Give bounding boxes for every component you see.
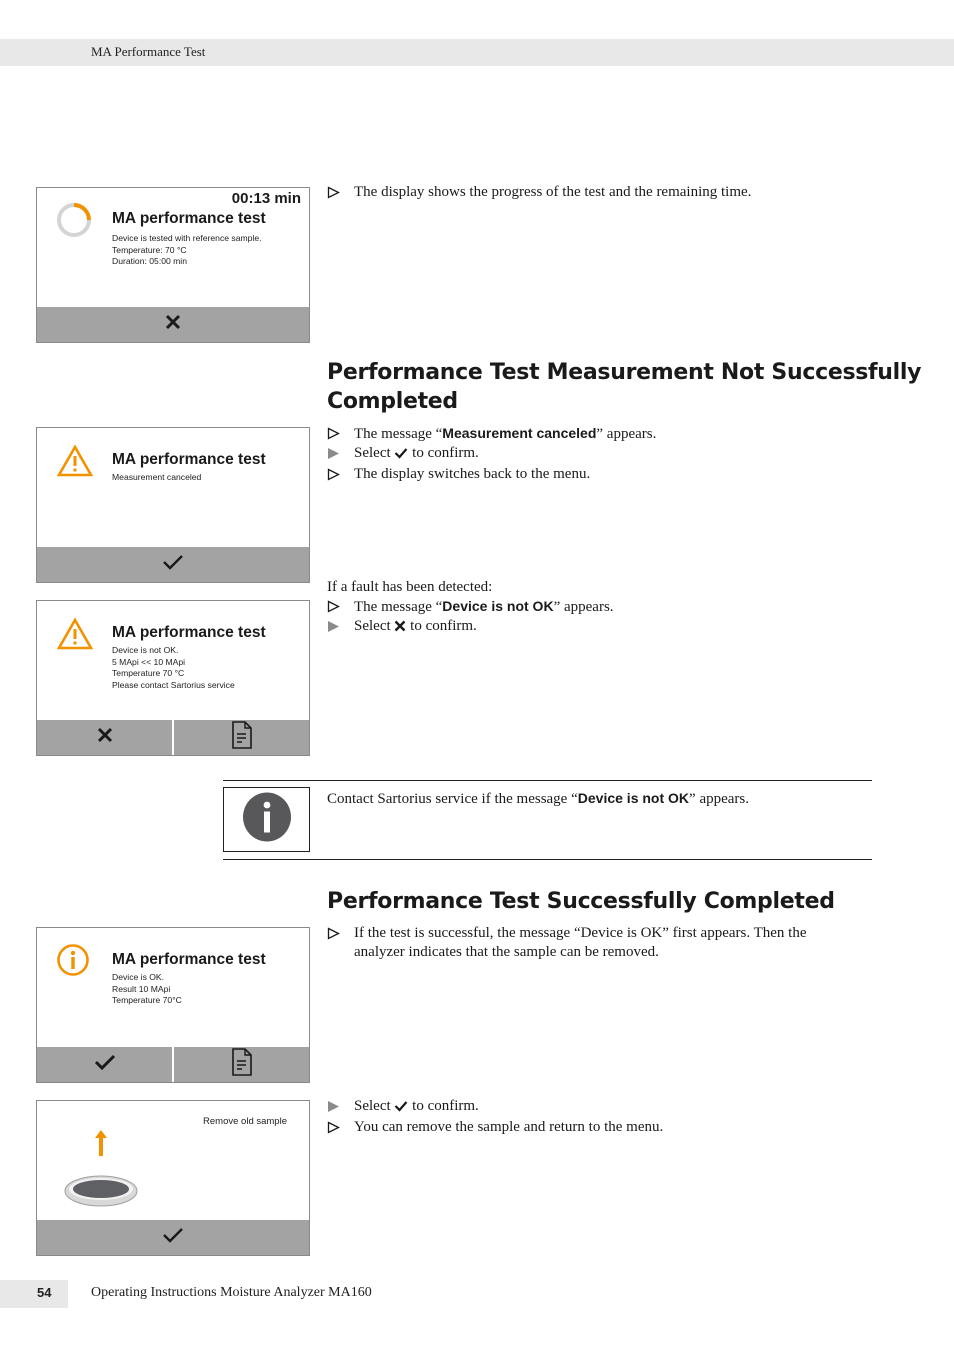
display-screen-remove-sample: Remove old sample bbox=[36, 1100, 310, 1256]
display-screen-progress: 00:13 min MA performance test Device is … bbox=[36, 187, 310, 343]
fault-intro: If a fault has been detected: bbox=[327, 579, 493, 595]
result-triangle-icon bbox=[327, 424, 343, 446]
note-bottom-rule bbox=[223, 859, 872, 860]
section-header-title: MA Performance Test bbox=[91, 44, 206, 59]
result-item: If the test is successful, the message “… bbox=[327, 924, 807, 962]
confirm-button[interactable] bbox=[37, 1220, 309, 1255]
cancel-button[interactable] bbox=[37, 307, 309, 342]
document-icon bbox=[231, 721, 253, 754]
action-triangle-icon bbox=[327, 444, 343, 466]
warning-icon bbox=[56, 617, 94, 656]
display-screen-ok: MA performance test Device is OK. Result… bbox=[36, 927, 310, 1083]
print-report-button[interactable] bbox=[172, 720, 309, 755]
header-band: MA Performance Test bbox=[0, 39, 954, 66]
detail-line: Measurement canceled bbox=[112, 472, 202, 482]
display-screen-not-ok: MA performance test Device is not OK. 5 … bbox=[36, 600, 310, 756]
info-circle-icon bbox=[56, 943, 90, 982]
detail-line: Please contact Sartorius service bbox=[112, 679, 235, 690]
note-icon-box bbox=[223, 787, 310, 852]
button-bar bbox=[37, 547, 309, 582]
screen-title: MA performance test bbox=[112, 951, 266, 968]
detail-line: Temperature 70°C bbox=[112, 995, 182, 1006]
section-heading-successful: Performance Test Successfully Completed bbox=[327, 889, 835, 914]
page-number-box: 54 bbox=[0, 1280, 68, 1308]
confirm-button[interactable] bbox=[37, 1047, 172, 1082]
detail-line: Temperature: 70 °C bbox=[112, 244, 187, 255]
action-item: Select to confirm. bbox=[327, 1097, 663, 1118]
result-item: You can remove the sample and return to … bbox=[327, 1118, 663, 1137]
action-item: Select to confirm. bbox=[327, 444, 656, 465]
instructions-fault: If a fault has been detected: The messag… bbox=[327, 578, 614, 638]
instructions-remove: Select to confirm. You can remove the sa… bbox=[327, 1097, 663, 1137]
confirm-button[interactable] bbox=[37, 547, 309, 582]
screen-details: Device is OK. Result 10 MApi Temperature… bbox=[112, 972, 182, 1007]
instructions-success: If the test is successful, the message “… bbox=[327, 924, 807, 962]
result-item: The message “Measurement canceled” appea… bbox=[327, 424, 656, 444]
note-text: Contact Sartorius service if the message… bbox=[327, 790, 749, 807]
detail-line: Temperature 70 °C bbox=[112, 668, 185, 679]
close-icon bbox=[97, 727, 113, 748]
detail-line: Duration: 05:00 min bbox=[112, 256, 187, 267]
detail-line: 5 MApi << 10 MApi bbox=[112, 656, 186, 667]
action-triangle-icon bbox=[327, 1097, 343, 1119]
result-triangle-icon bbox=[327, 183, 343, 205]
screen-details: Device is tested with reference sample. … bbox=[112, 233, 262, 268]
button-bar bbox=[37, 1047, 309, 1082]
screen-title: MA performance test bbox=[112, 210, 266, 227]
check-icon bbox=[94, 1054, 116, 1075]
section-heading-not-successful: Performance Test Measurement Not Success… bbox=[327, 360, 922, 414]
document-icon bbox=[231, 1048, 253, 1081]
screen-details: Device is not OK. 5 MApi << 10 MApi Temp… bbox=[112, 645, 235, 691]
info-icon bbox=[242, 792, 292, 847]
progress-ring-icon bbox=[56, 202, 92, 243]
remove-sample-message: Remove old sample bbox=[203, 1116, 287, 1127]
screen-details: Measurement canceled bbox=[112, 472, 201, 484]
detail-line: Device is not OK. bbox=[112, 645, 179, 655]
note-top-rule bbox=[223, 780, 872, 781]
result-triangle-icon bbox=[327, 597, 343, 619]
result-triangle-icon bbox=[327, 924, 343, 946]
footer-document-title: Operating Instructions Moisture Analyzer… bbox=[91, 1285, 372, 1300]
page-number: 54 bbox=[37, 1285, 52, 1300]
result-item: The message “Device is not OK” appears. bbox=[327, 597, 614, 617]
check-icon bbox=[394, 446, 408, 465]
check-icon bbox=[394, 1099, 408, 1118]
result-triangle-icon bbox=[327, 465, 343, 487]
check-icon bbox=[162, 554, 184, 575]
warning-icon bbox=[56, 444, 94, 483]
check-icon bbox=[162, 1227, 184, 1248]
action-item: Select to confirm. bbox=[327, 617, 614, 638]
result-item: The display shows the progress of the te… bbox=[327, 183, 954, 202]
action-triangle-icon bbox=[327, 617, 343, 639]
display-screen-canceled: MA performance test Measurement canceled bbox=[36, 427, 310, 583]
button-bar bbox=[37, 1220, 309, 1255]
result-triangle-icon bbox=[327, 1118, 343, 1140]
screen-title: MA performance test bbox=[112, 451, 266, 468]
up-arrow-icon bbox=[93, 1129, 109, 1162]
close-icon bbox=[394, 619, 406, 638]
detail-line: Device is tested with reference sample. bbox=[112, 233, 262, 243]
detail-line: Result 10 MApi bbox=[112, 983, 171, 994]
cancel-button[interactable] bbox=[37, 720, 172, 755]
button-bar bbox=[37, 307, 309, 342]
button-bar bbox=[37, 720, 309, 755]
detail-line: Device is OK. bbox=[112, 972, 165, 982]
close-icon bbox=[165, 314, 181, 335]
screen-title: MA performance test bbox=[112, 624, 266, 641]
print-report-button[interactable] bbox=[172, 1047, 309, 1082]
result-item: The display switches back to the menu. bbox=[327, 465, 656, 484]
sample-pan-icon bbox=[63, 1169, 139, 1214]
instructions-canceled: The message “Measurement canceled” appea… bbox=[327, 424, 656, 484]
remaining-time: 00:13 min bbox=[231, 190, 301, 207]
